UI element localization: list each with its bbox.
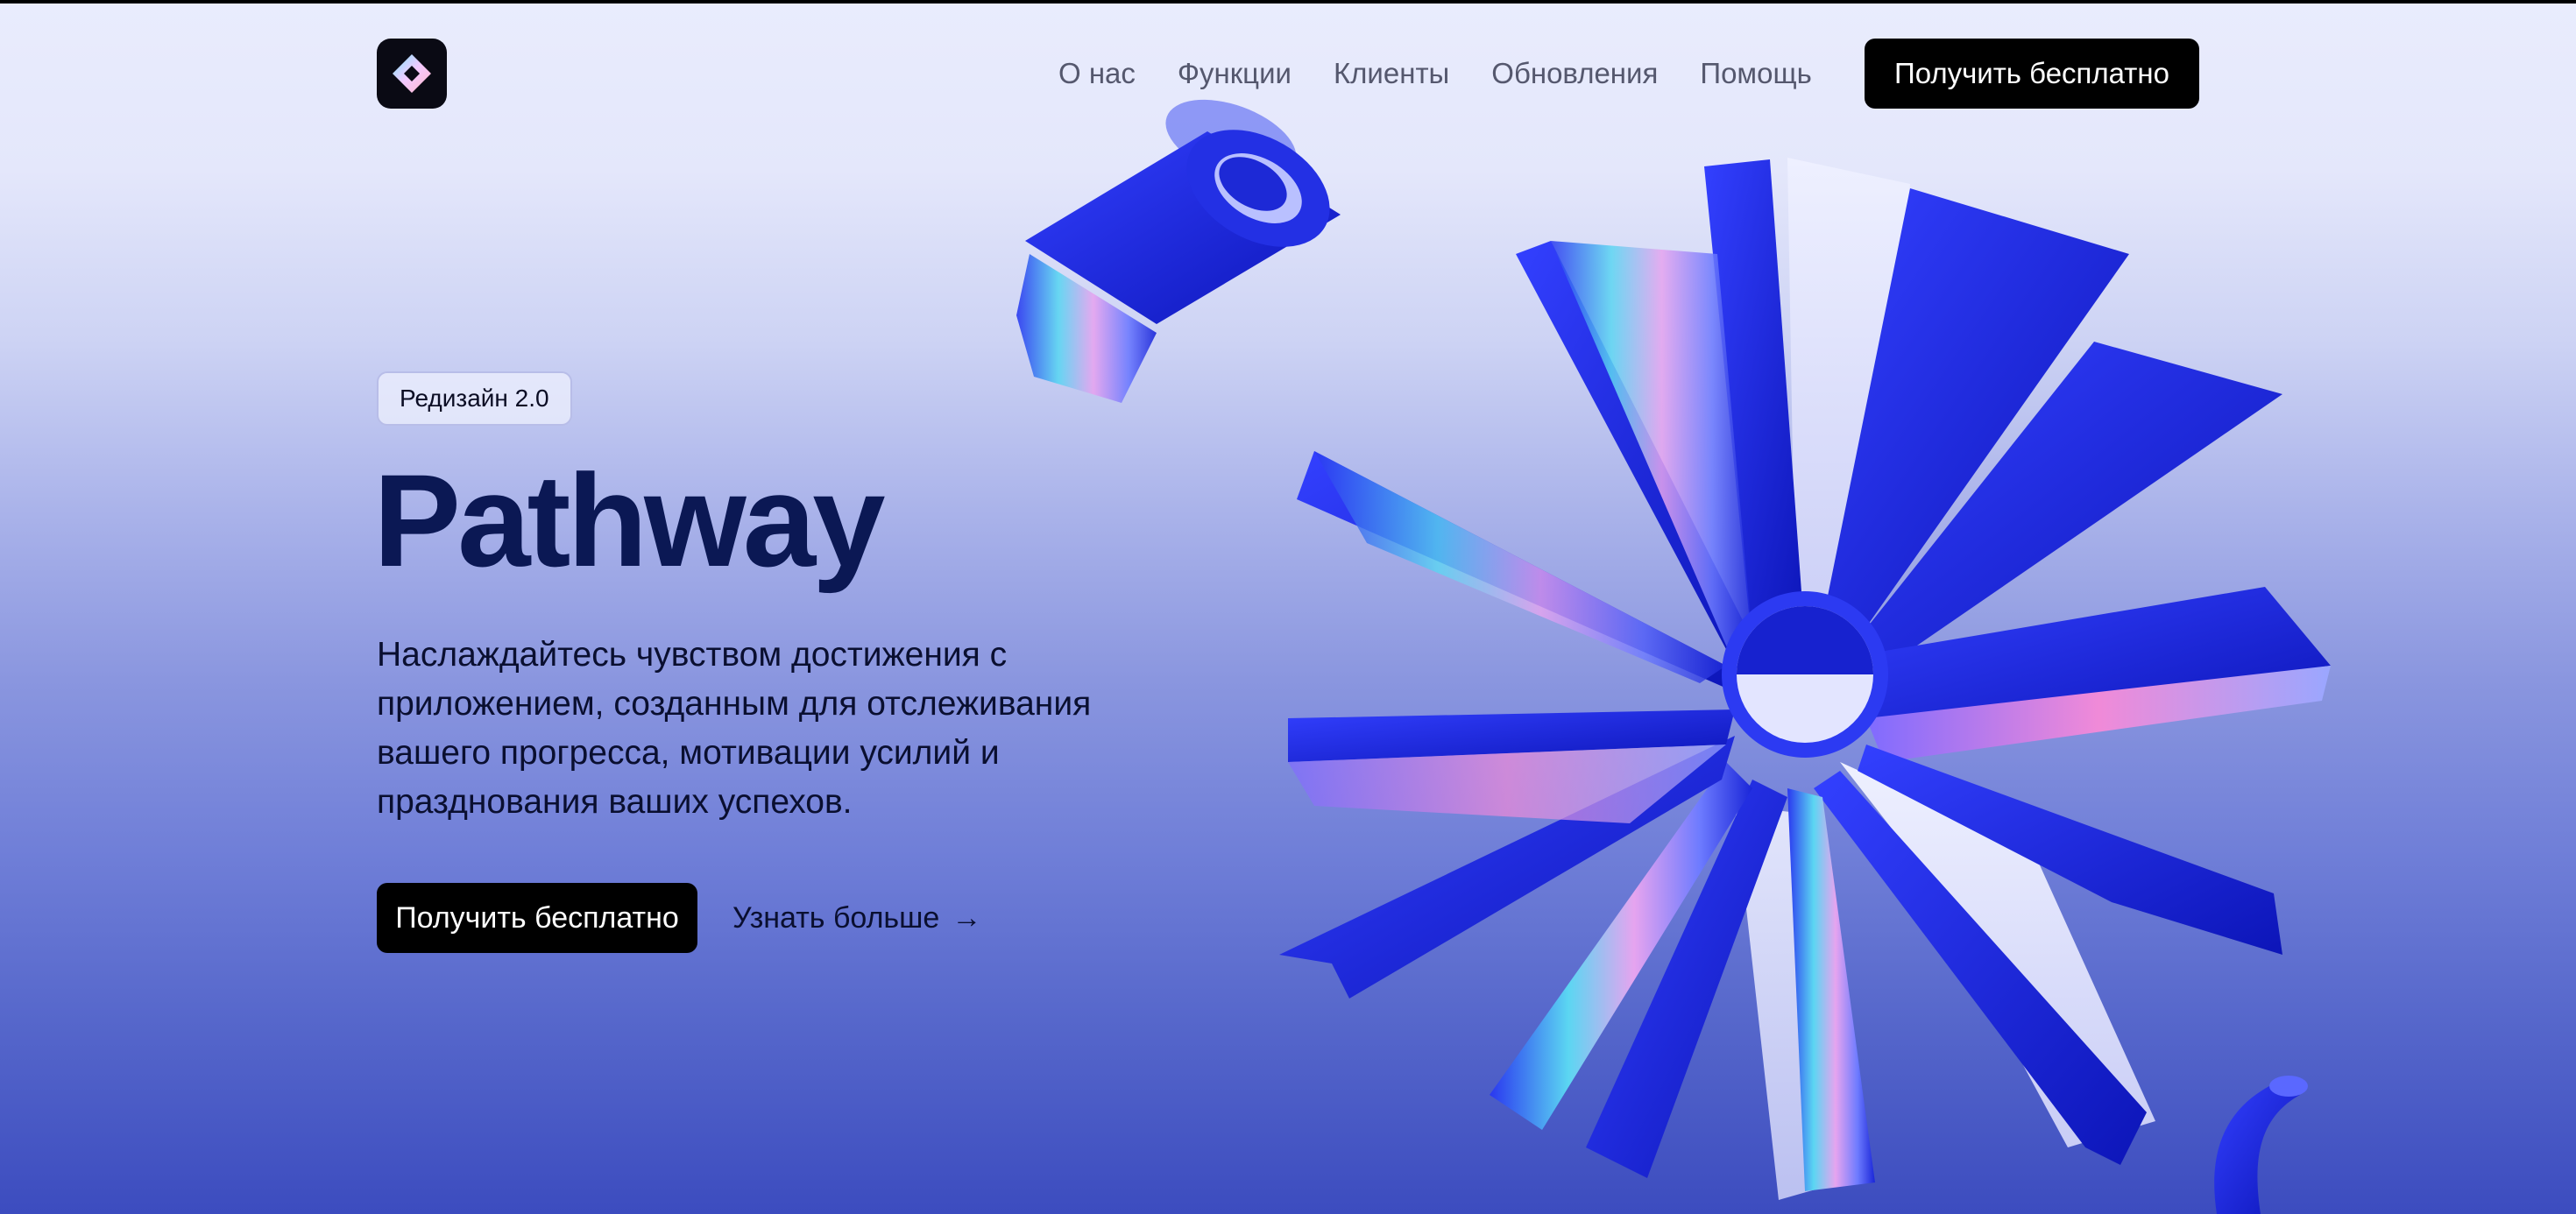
app-logo[interactable] — [377, 39, 447, 109]
hero-subtitle: Наслаждайтесь чувством достижения с прил… — [377, 636, 1092, 821]
header-get-free-button[interactable]: Получить бесплатно — [1865, 39, 2199, 109]
learn-more-label: Узнать больше — [732, 900, 940, 935]
hero-get-free-button[interactable]: Получить бесплатно — [377, 883, 697, 953]
nav-link-updates[interactable]: Обновления — [1491, 57, 1658, 90]
nav-link-features[interactable]: Функции — [1178, 57, 1292, 90]
main-nav: О нас Функции Клиенты Обновления Помощь — [1058, 39, 1854, 109]
arrow-right-icon: → — [952, 900, 982, 935]
version-badge: Редизайн 2.0 — [377, 371, 572, 426]
page-title: Pathway — [373, 447, 886, 594]
starburst-shape — [1279, 158, 2331, 1200]
nav-link-about[interactable]: О нас — [1058, 57, 1136, 90]
hero-3d-illustration — [1016, 99, 2331, 1214]
nav-link-help[interactable]: Помощь — [1700, 57, 1811, 90]
diamond-logo-icon — [393, 54, 431, 93]
tube-shape — [2214, 1076, 2308, 1214]
nav-link-clients[interactable]: Клиенты — [1334, 57, 1449, 90]
learn-more-link[interactable]: Узнать больше → — [732, 883, 981, 953]
cylinder-shape — [1016, 99, 1341, 403]
top-border — [0, 0, 2576, 4]
